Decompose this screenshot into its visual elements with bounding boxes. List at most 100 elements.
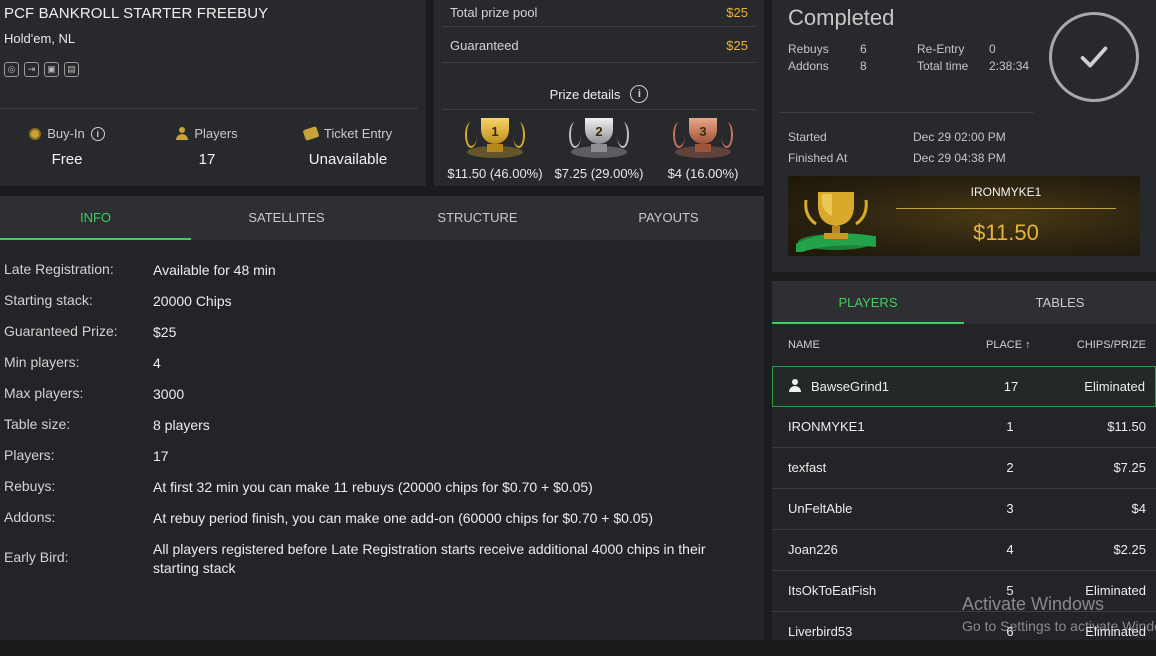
bronze-trophy-icon: 3 — [671, 118, 735, 158]
addons-label: Addons — [788, 59, 829, 73]
prize-details-label: Prize details — [549, 86, 621, 102]
player-place: 2 — [1006, 460, 1014, 475]
ticket-label: Ticket Entry — [323, 126, 393, 141]
col-place[interactable]: PLACE ↑ — [986, 339, 1031, 351]
player-prize: $11.50 — [1107, 419, 1146, 434]
player-place: 1 — [1006, 419, 1014, 434]
ticket-value: Unavailable — [308, 151, 388, 168]
table-row[interactable]: texfast 2 $7.25 — [772, 448, 1156, 489]
info-key: Rebuys: — [4, 478, 56, 494]
info-key: Late Registration: — [4, 261, 114, 277]
prize-place-3: 3 $4 (16.00%) — [648, 118, 758, 181]
rebuys-label: Rebuys — [788, 42, 829, 56]
buyin-label: Buy-In — [47, 126, 85, 141]
info-row: Starting stack: 20000 Chips — [4, 292, 749, 311]
tab-payouts[interactable]: PAYOUTS — [573, 196, 764, 240]
finished-label: Finished At — [788, 151, 848, 165]
tab-satellites[interactable]: SATELLITES — [191, 196, 382, 240]
tab-tables[interactable]: TABLES — [964, 281, 1156, 324]
table-row[interactable]: Joan226 4 $2.25 — [772, 530, 1156, 571]
player-icon — [176, 127, 189, 140]
started-value: Dec 29 02:00 PM — [913, 130, 1006, 144]
info-value: 20000 Chips — [153, 293, 232, 309]
info-value: 8 players — [153, 417, 210, 433]
tournament-summary: Completed Rebuys 6 Addons 8 Re-Entry 0 T… — [772, 0, 1156, 272]
player-name: Liverbird53 — [788, 624, 853, 639]
winner-banner: IRONMYKE1 $11.50 — [788, 176, 1140, 256]
info-row: Late Registration: Available for 48 min — [4, 261, 749, 280]
player-prize: $2.25 — [1113, 542, 1146, 557]
info-row: Table size: 8 players — [4, 416, 749, 435]
prize-amount: $4 (16.00%) — [667, 166, 739, 181]
players-value: 17 — [198, 151, 216, 168]
tab-structure[interactable]: STRUCTURE — [382, 196, 573, 240]
total-prize-label: Total prize pool — [450, 5, 538, 20]
prize-amount: $7.25 (29.00%) — [554, 166, 644, 181]
winner-name: IRONMYKE1 — [970, 185, 1042, 199]
info-key: Early Bird: — [4, 549, 69, 565]
info-row: Rebuys: At first 32 min you can make 11 r… — [4, 478, 749, 497]
info-key: Guaranteed Prize: — [4, 323, 118, 339]
player-place: 5 — [1006, 583, 1014, 598]
tournament-header: PCF BANKROLL STARTER FREEBUY Hold'em, NL… — [0, 0, 426, 186]
info-key: Addons: — [4, 509, 56, 525]
chip-icon: ◎ — [4, 62, 19, 77]
guaranteed-row: Guaranteed $25 — [450, 38, 748, 53]
table-row[interactable]: BawseGrind1 17 Eliminated — [772, 366, 1156, 407]
tab-players[interactable]: PLAYERS — [772, 281, 964, 324]
player-name: BawseGrind1 — [811, 379, 890, 394]
ticket-icon: ▤ — [64, 62, 79, 77]
table-row[interactable]: Liverbird53 6 Eliminated — [772, 612, 1156, 640]
info-key: Table size: — [4, 416, 71, 432]
prize-pool-panel: Total prize pool $25 Guaranteed $25 Priz… — [434, 0, 764, 186]
total-prize-value: $25 — [726, 5, 748, 20]
tournament-title: PCF BANKROLL STARTER FREEBUY — [4, 5, 269, 22]
prize-place-2: 2 $7.25 (29.00%) — [544, 118, 654, 181]
players-panel: PLAYERS TABLES NAME PLACE ↑ CHIPS/PRIZE … — [772, 281, 1156, 640]
guaranteed-value: $25 — [726, 38, 748, 53]
players-table-header: NAME PLACE ↑ CHIPS/PRIZE — [772, 324, 1156, 366]
player-name: ItsOkToEatFish — [788, 583, 877, 598]
tab-info[interactable]: INFO — [0, 196, 191, 240]
player-name: Joan226 — [788, 542, 838, 557]
info-key: Starting stack: — [4, 292, 93, 308]
place-number: 3 — [689, 118, 717, 144]
info-row: Min players: 4 — [4, 354, 749, 373]
finished-value: Dec 29 04:38 PM — [913, 151, 1006, 165]
player-prize: $4 — [1131, 501, 1146, 516]
game-type: Hold'em, NL — [4, 31, 76, 46]
guaranteed-label: Guaranteed — [450, 38, 519, 53]
info-row: Addons: At rebuy period finish, you can m… — [4, 509, 749, 528]
info-icon[interactable]: i — [90, 126, 105, 141]
info-value: At rebuy period finish, you can make one… — [153, 510, 654, 526]
table-row[interactable]: IRONMYKE1 1 $11.50 — [772, 407, 1156, 448]
exit-icon: ⇥ — [24, 62, 39, 77]
prize-amount: $11.50 (46.00%) — [447, 166, 543, 181]
divider — [442, 109, 756, 110]
reentry-label: Re-Entry — [917, 42, 965, 56]
info-value: 17 — [153, 448, 169, 464]
lock-icon: ▣ — [44, 62, 59, 77]
table-row[interactable]: ItsOkToEatFish 5 Eliminated — [772, 571, 1156, 612]
info-value: 4 — [153, 355, 161, 371]
info-value: All players registered before Late Regis… — [153, 541, 706, 576]
addons-value: 8 — [860, 59, 867, 73]
col-chips-prize[interactable]: CHIPS/PRIZE — [1077, 339, 1146, 351]
player-prize: Eliminated — [1085, 624, 1146, 639]
gold-trophy-icon: 1 — [463, 118, 527, 158]
table-row[interactable]: UnFeltAble 3 $4 — [772, 489, 1156, 530]
divider — [780, 112, 1034, 113]
place-number: 1 — [481, 118, 509, 144]
info-icon[interactable]: i — [630, 85, 649, 103]
place-number: 2 — [585, 118, 613, 144]
col-name[interactable]: NAME — [788, 339, 820, 351]
total-time-label: Total time — [917, 59, 969, 73]
player-name: IRONMYKE1 — [788, 419, 865, 434]
info-value: Available for 48 min — [153, 262, 276, 278]
player-prize: Eliminated — [1085, 583, 1146, 598]
coin-icon — [29, 127, 42, 140]
total-time-value: 2:38:34 — [989, 59, 1030, 73]
started-label: Started — [788, 130, 827, 144]
info-row: Guaranteed Prize: $25 — [4, 323, 749, 342]
bottom-bar — [0, 640, 1156, 656]
